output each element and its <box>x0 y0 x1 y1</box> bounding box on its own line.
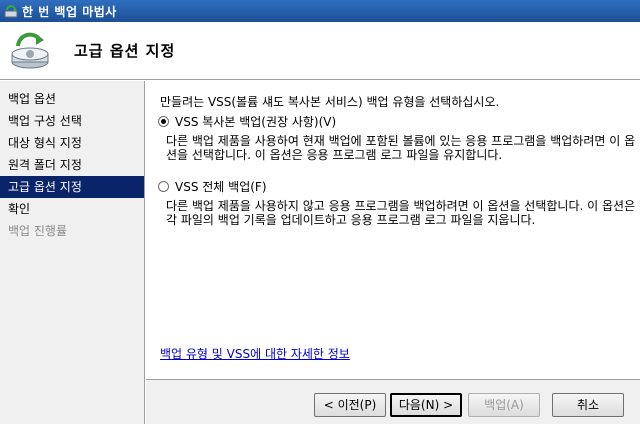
vss-copy-backup-option[interactable]: VSS 복사본 백업(권장 사항)(V) 다른 백업 제품을 사용하여 현재 백… <box>158 113 636 162</box>
vss-full-backup-label[interactable]: VSS 전체 백업(F) <box>175 178 267 195</box>
backup-button: 백업(A) <box>468 393 540 417</box>
sidebar-item-destination-type[interactable]: 대상 형식 지정 <box>0 132 144 154</box>
sidebar-item-advanced-options[interactable]: 고급 옵션 지정 <box>0 176 144 198</box>
backup-disk-icon <box>6 26 54 74</box>
sidebar-item-remote-folder[interactable]: 원격 폴더 지정 <box>0 154 144 176</box>
sidebar-item-backup-options[interactable]: 백업 옵션 <box>0 88 144 110</box>
next-button[interactable]: 다음(N) > <box>390 393 462 417</box>
vss-copy-backup-label[interactable]: VSS 복사본 백업(권장 사항)(V) <box>175 113 336 130</box>
page-title: 고급 옵션 지정 <box>74 42 176 60</box>
vss-full-backup-radio[interactable] <box>158 181 169 192</box>
vss-copy-backup-description: 다른 백업 제품을 사용하여 현재 백업에 포함된 볼륨에 있는 응용 프로그램… <box>166 134 636 162</box>
main-panel: 만들려는 VSS(볼륨 섀도 복사본 서비스) 백업 유형을 선택하십시오. V… <box>146 81 640 379</box>
window-title: 한 번 백업 마법사 <box>22 4 117 19</box>
cancel-button[interactable]: 취소 <box>552 393 624 417</box>
vss-full-backup-option[interactable]: VSS 전체 백업(F) 다른 백업 제품을 사용하지 않고 응용 프로그램을 … <box>158 178 636 227</box>
vss-full-backup-description: 다른 백업 제품을 사용하지 않고 응용 프로그램을 백업하려면 이 옵션을 선… <box>166 199 636 227</box>
sidebar-item-confirmation[interactable]: 확인 <box>0 198 144 220</box>
instruction-text: 만들려는 VSS(볼륨 섀도 복사본 서비스) 백업 유형을 선택하십시오. <box>160 95 500 109</box>
wizard-steps-sidebar: 백업 옵션 백업 구성 선택 대상 형식 지정 원격 폴더 지정 고급 옵션 지… <box>0 81 145 424</box>
wizard-header: 고급 옵션 지정 <box>0 22 640 80</box>
back-button[interactable]: < 이전(P) <box>314 393 386 417</box>
wizard-footer: < 이전(P) 다음(N) > 백업(A) 취소 <box>146 379 640 424</box>
backup-app-icon <box>2 2 20 20</box>
vss-copy-backup-radio[interactable] <box>158 116 169 127</box>
sidebar-item-select-config[interactable]: 백업 구성 선택 <box>0 110 144 132</box>
title-bar: 한 번 백업 마법사 <box>0 0 640 22</box>
sidebar-item-backup-progress: 백업 진행률 <box>8 224 68 238</box>
more-info-link[interactable]: 백업 유형 및 VSS에 대한 자세한 정보 <box>160 345 350 362</box>
